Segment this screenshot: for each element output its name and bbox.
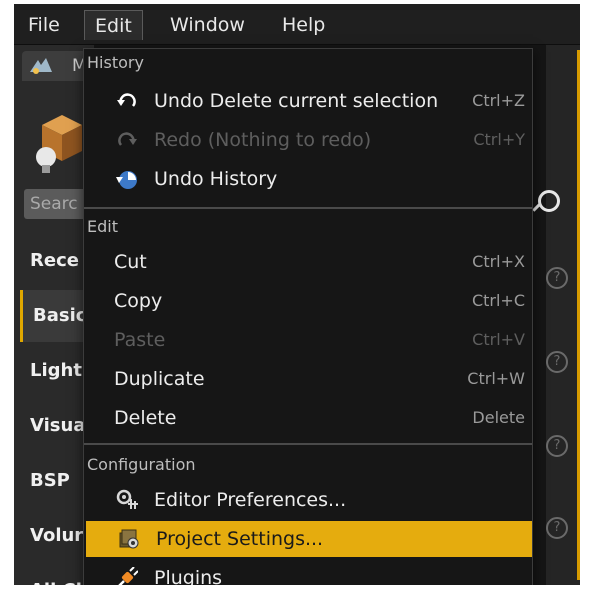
help-icon[interactable]: ? [546,435,568,457]
menu-help[interactable]: Help [272,10,335,40]
undo-icon [117,93,136,107]
section-header-configuration: Configuration [87,455,196,474]
plugins-icon [118,567,138,585]
menu-item-duplicate[interactable]: Duplicate Ctrl+W [84,361,532,397]
section-header-history: History [87,53,144,72]
menu-item-paste[interactable]: Paste Ctrl+V [84,322,532,358]
menu-item-undo[interactable]: Undo Delete current selection Ctrl+Z [84,83,532,119]
place-mode-panel: M Searc Rece Basic Light Visua BSP Volur… [14,45,94,585]
menu-item-shortcut: Ctrl+Z [472,91,525,110]
menu-item-label: Cut [114,251,147,273]
menu-separator [84,207,532,209]
menu-item-shortcut: Ctrl+X [472,252,525,271]
menu-item-label: Undo Delete current selection [154,90,439,112]
menu-window[interactable]: Window [160,10,255,40]
menu-item-shortcut: Ctrl+V [472,330,525,349]
menu-item-undo-history[interactable]: Undo History [84,161,532,197]
menu-item-cut[interactable]: Cut Ctrl+X [84,244,532,280]
menu-item-label: Redo (Nothing to redo) [154,129,372,151]
menu-item-delete[interactable]: Delete Delete [84,400,532,436]
menu-separator [84,443,532,445]
menu-item-project-settings[interactable]: Project Settings... [86,521,532,557]
menu-item-label: Plugins [154,567,223,585]
undo-history-icon [116,171,137,189]
section-header-edit: Edit [87,217,118,236]
modes-tab[interactable]: M [22,51,92,81]
menu-item-editor-preferences[interactable]: Editor Preferences... [84,482,532,518]
modes-icon [30,58,52,74]
menu-item-label: Project Settings... [156,528,324,550]
menu-item-label: Undo History [154,168,278,190]
menu-item-copy[interactable]: Copy Ctrl+C [84,283,532,319]
place-actor-icon [36,115,82,173]
menu-edit[interactable]: Edit [84,10,143,40]
menu-item-shortcut: Ctrl+Y [473,130,525,149]
menu-item-label: Duplicate [114,368,205,390]
menu-item-label: Copy [114,290,163,312]
search-icon[interactable] [538,190,560,212]
editor-preferences-icon [116,489,138,509]
menu-file[interactable]: File [18,10,70,40]
help-icon[interactable]: ? [546,267,568,289]
help-icon[interactable]: ? [546,351,568,373]
search-placeholder: Searc [30,194,78,214]
viewport-border [577,50,580,580]
edit-menu-dropdown: History Undo Delete current selection Ct… [83,48,533,585]
menu-item-redo[interactable]: Redo (Nothing to redo) Ctrl+Y [84,122,532,158]
right-panel: ? ? ? ? [546,45,580,585]
menu-item-plugins[interactable]: Plugins [84,560,532,585]
menu-item-shortcut: Delete [472,408,525,427]
help-icon[interactable]: ? [546,517,568,539]
editor-window: File Edit Window Help M Searc Rece Basic… [14,4,580,585]
menu-item-label: Paste [114,329,166,351]
menu-item-shortcut: Ctrl+W [467,369,525,388]
menu-item-shortcut: Ctrl+C [471,291,525,310]
menu-bar: File Edit Window Help [14,4,580,45]
menu-item-label: Editor Preferences... [154,489,347,511]
redo-icon [118,132,137,146]
menu-item-label: Delete [114,407,177,429]
project-settings-icon [119,529,139,549]
